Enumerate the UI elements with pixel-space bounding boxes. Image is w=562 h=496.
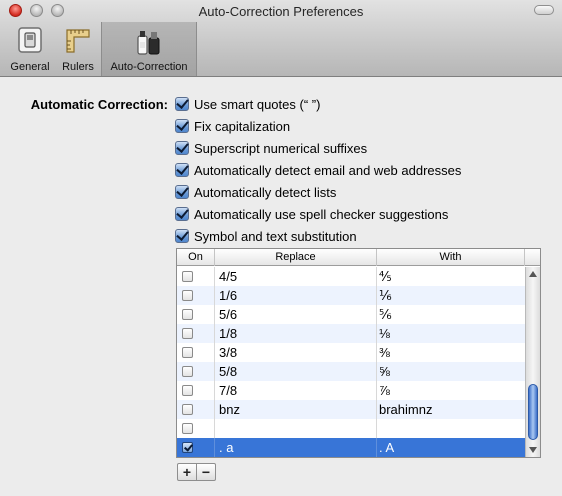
smart-quotes-label: Use smart quotes (“ ”) [194, 96, 321, 112]
fix-capitalization-checkbox[interactable] [175, 119, 189, 133]
spell-checker-suggestions-label: Automatically use spell checker suggesti… [194, 206, 449, 222]
table-row[interactable] [177, 419, 525, 438]
spell-checker-suggestions-checkbox[interactable] [175, 207, 189, 221]
row-enabled-checkbox[interactable] [182, 366, 193, 377]
row-enabled-checkbox[interactable] [182, 328, 193, 339]
with-cell[interactable] [377, 419, 525, 438]
automatic-correction-label: Automatic Correction: [30, 97, 168, 112]
table-row[interactable]: 1/8 ⅛ [177, 324, 525, 343]
table-row[interactable]: 1/6 ⅙ [177, 286, 525, 305]
table-body: 4/5 ⅘ 1/6 ⅙ 5/6 ⅚ 1/8 ⅛ 3/8 ⅜ 5/8 ⅝ 7/8 … [177, 267, 525, 457]
toolbar-rulers-label: Rulers [62, 61, 94, 73]
scroll-up-arrow-icon[interactable] [529, 271, 537, 277]
row-on-cell [177, 400, 215, 419]
detect-addresses-checkbox[interactable] [175, 163, 189, 177]
table-header: On Replace With [177, 249, 540, 266]
with-cell[interactable]: ⅞ [377, 381, 525, 400]
table-row[interactable]: 4/5 ⅘ [177, 267, 525, 286]
fix-capitalization-label: Fix capitalization [194, 118, 291, 134]
row-on-cell [177, 438, 215, 457]
column-header-replace[interactable]: Replace [215, 249, 377, 266]
window-title: Auto-Correction Preferences [198, 4, 364, 19]
symbol-substitution-label: Symbol and text substitution [194, 228, 357, 244]
row-enabled-checkbox[interactable] [182, 290, 193, 301]
header-corner [525, 249, 540, 266]
column-header-with[interactable]: With [377, 249, 525, 266]
row-on-cell [177, 286, 215, 305]
row-on-cell [177, 419, 215, 438]
with-cell[interactable]: ⅛ [377, 324, 525, 343]
add-substitution-button[interactable]: + [177, 463, 197, 481]
row-on-cell [177, 381, 215, 400]
symbol-substitution-checkbox[interactable] [175, 229, 189, 243]
row-enabled-checkbox[interactable] [182, 271, 193, 282]
option-fix-capitalization[interactable]: Fix capitalization [175, 117, 290, 135]
table-row[interactable]: 5/8 ⅝ [177, 362, 525, 381]
option-detect-lists[interactable]: Automatically detect lists [175, 183, 336, 201]
with-cell[interactable]: ⅝ [377, 362, 525, 381]
row-enabled-checkbox[interactable] [182, 347, 193, 358]
option-spell-checker-suggestions[interactable]: Automatically use spell checker suggesti… [175, 205, 448, 223]
general-switch-icon [18, 27, 42, 53]
scroll-down-arrow-icon[interactable] [529, 447, 537, 453]
title-toolbar: Auto-Correction Preferences General Rule… [0, 0, 562, 77]
detect-lists-label: Automatically detect lists [194, 184, 337, 200]
remove-substitution-button[interactable]: − [196, 463, 216, 481]
toolbar-auto-correction-label: Auto-Correction [110, 61, 188, 73]
option-detect-addresses[interactable]: Automatically detect email and web addre… [175, 161, 461, 179]
row-enabled-checkbox[interactable] [182, 385, 193, 396]
row-enabled-checkbox[interactable] [182, 309, 193, 320]
replace-cell[interactable] [215, 419, 377, 438]
with-cell[interactable]: ⅙ [377, 286, 525, 305]
table-row[interactable]: bnz brahimnz [177, 400, 525, 419]
smart-quotes-checkbox[interactable] [175, 97, 189, 111]
toolbar-general[interactable]: General [6, 22, 54, 76]
with-cell[interactable]: brahimnz [377, 400, 525, 419]
replace-cell[interactable]: 5/8 [215, 362, 377, 381]
replace-cell[interactable]: 4/5 [215, 267, 377, 286]
table-row[interactable]: 3/8 ⅜ [177, 343, 525, 362]
scroll-thumb[interactable] [528, 384, 538, 440]
replace-cell[interactable]: 5/6 [215, 305, 377, 324]
row-enabled-checkbox[interactable] [182, 442, 193, 453]
superscript-suffixes-checkbox[interactable] [175, 141, 189, 155]
table-row[interactable]: 7/8 ⅞ [177, 381, 525, 400]
auto-correction-bottles-icon [137, 31, 160, 55]
detect-lists-checkbox[interactable] [175, 185, 189, 199]
with-cell[interactable]: ⅚ [377, 305, 525, 324]
row-enabled-checkbox[interactable] [182, 404, 193, 415]
toolbar-auto-correction[interactable]: Auto-Correction [101, 22, 197, 76]
table-row-selected[interactable]: . a . A [177, 438, 525, 457]
with-cell[interactable]: ⅘ [377, 267, 525, 286]
toolbar-general-label: General [10, 61, 50, 73]
table-row[interactable]: 5/6 ⅚ [177, 305, 525, 324]
superscript-suffixes-label: Superscript numerical suffixes [194, 140, 368, 156]
preferences-window: Auto-Correction Preferences General Rule… [0, 0, 562, 496]
replace-cell[interactable]: 1/6 [215, 286, 377, 305]
ruler-icon [66, 29, 90, 53]
replace-cell[interactable]: 3/8 [215, 343, 377, 362]
option-symbol-substitution[interactable]: Symbol and text substitution [175, 227, 357, 245]
substitution-table[interactable]: On Replace With 4/5 ⅘ 1/6 ⅙ 5/6 ⅚ 1/8 ⅛ … [176, 248, 541, 458]
replace-cell[interactable]: 1/8 [215, 324, 377, 343]
replace-cell[interactable]: . a [215, 438, 377, 457]
row-enabled-checkbox[interactable] [182, 423, 193, 434]
detect-addresses-label: Automatically detect email and web addre… [194, 162, 462, 178]
row-on-cell [177, 267, 215, 286]
row-on-cell [177, 343, 215, 362]
row-on-cell [177, 324, 215, 343]
row-on-cell [177, 305, 215, 324]
replace-cell[interactable]: bnz [215, 400, 377, 419]
with-cell[interactable]: ⅜ [377, 343, 525, 362]
table-vertical-scrollbar[interactable] [525, 267, 540, 457]
option-superscript-suffixes[interactable]: Superscript numerical suffixes [175, 139, 367, 157]
replace-cell[interactable]: 7/8 [215, 381, 377, 400]
option-smart-quotes[interactable]: Use smart quotes (“ ”) [175, 95, 320, 113]
with-cell[interactable]: . A [377, 438, 525, 457]
row-on-cell [177, 362, 215, 381]
toolbar-rulers[interactable]: Rulers [56, 22, 100, 76]
column-header-on[interactable]: On [177, 249, 215, 266]
